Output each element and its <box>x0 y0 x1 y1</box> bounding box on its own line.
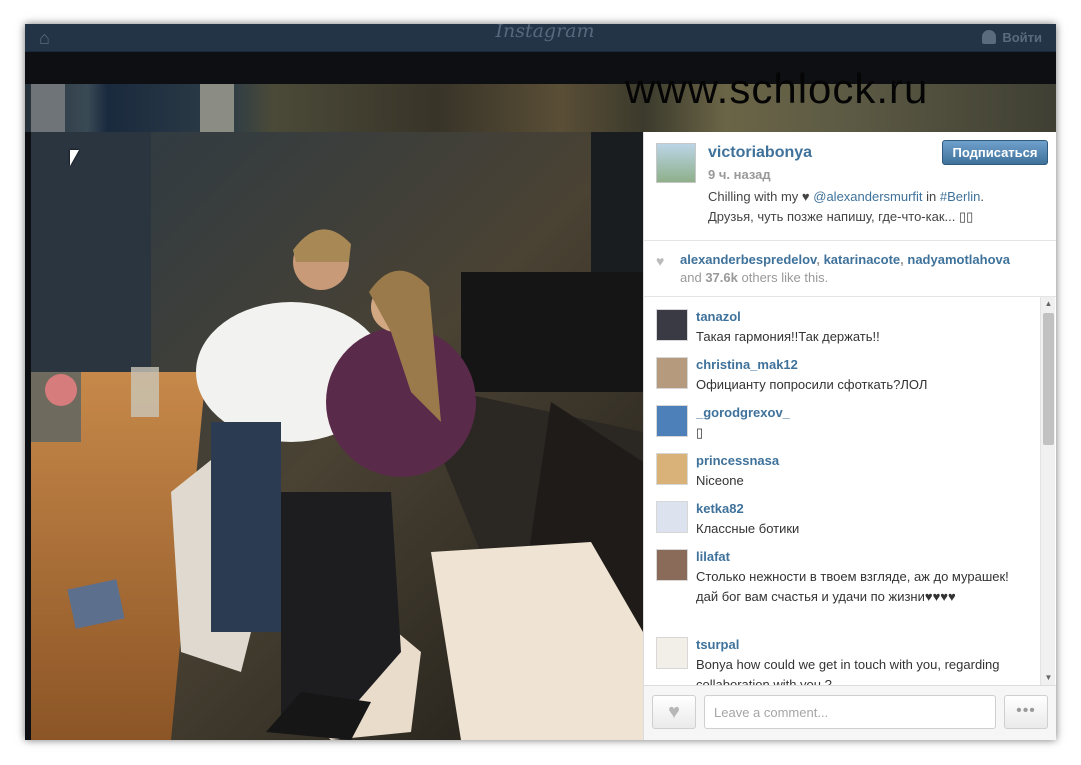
login-label: Войти <box>1002 30 1042 45</box>
mouse-cursor-icon <box>70 150 79 166</box>
caption-text: Друзья, чуть позже напишу, где-что-как..… <box>708 209 959 224</box>
like-user[interactable]: nadyamotlahova <box>907 252 1010 267</box>
comment-username[interactable]: princessnasa <box>696 453 779 468</box>
post-caption: Chilling with my ♥ @alexandersmurfit in … <box>708 187 1038 227</box>
caption-text: in <box>922 189 940 204</box>
comment-text: Классные ботики <box>696 521 800 536</box>
comment-text: Niceone <box>696 473 744 488</box>
follow-button[interactable]: Подписаться <box>942 140 1048 165</box>
comment-username[interactable]: tsurpal <box>696 637 739 652</box>
comment-username[interactable]: ketka82 <box>696 501 744 516</box>
avatar[interactable] <box>656 501 688 533</box>
post-username[interactable]: victoriabonya <box>708 144 812 162</box>
avatar[interactable] <box>656 143 696 183</box>
comment-text: Столько нежности в твоем взгляде, аж до … <box>696 569 1009 604</box>
more-options-button[interactable]: ••• <box>1004 695 1048 729</box>
post-photo[interactable] <box>31 132 643 740</box>
likes-count[interactable]: 37.6k <box>705 270 738 285</box>
like-user[interactable]: katarinacote <box>824 252 901 267</box>
watermark: www.schlock.ru <box>625 65 929 112</box>
home-icon[interactable]: ⌂ <box>39 29 65 47</box>
comment-username[interactable]: tanazol <box>696 309 741 324</box>
browser-viewport: ⌂ Instagram Войти www.schlock.ru victori… <box>25 24 1056 740</box>
comments-list: tanazol Такая гармония!!Так держать!! ch… <box>644 297 1056 685</box>
comment-text: Bonya how could we get in touch with you… <box>696 657 1000 685</box>
likes-count-line: and 37.6k others like this. <box>680 270 828 285</box>
comments-scrollbar[interactable]: ▲ ▼ <box>1040 297 1055 685</box>
background-thumbnail <box>200 84 234 132</box>
caption-hashtag[interactable]: #Berlin <box>940 189 980 204</box>
avatar[interactable] <box>656 309 688 341</box>
comment-username[interactable]: _gorodgrexov_ <box>696 405 790 420</box>
comment-username[interactable]: lilafat <box>696 549 730 564</box>
like-user[interactable]: alexanderbespredelov <box>680 252 816 267</box>
caption-mention[interactable]: @alexandersmurfit <box>813 189 922 204</box>
avatar[interactable] <box>656 637 688 669</box>
comment-text: Такая гармония!!Так держать!! <box>696 329 880 344</box>
like-button[interactable]: ♥ <box>652 695 696 729</box>
comment-username[interactable]: christina_mak12 <box>696 357 798 372</box>
caption-text: Chilling with my ♥ <box>708 189 814 204</box>
comment-text: Официанту попросили сфоткать?ЛОЛ <box>696 377 928 392</box>
scroll-up-arrow-icon[interactable]: ▲ <box>1041 297 1056 311</box>
post-header: victoriabonya 9 ч. назад Подписаться Chi… <box>644 132 1056 240</box>
background-thumbnail <box>31 84 65 132</box>
avatar[interactable] <box>656 405 688 437</box>
comment-footer: ♥ ••• <box>644 685 1056 740</box>
post-time: 9 ч. назад <box>708 167 771 182</box>
likes-users: alexanderbespredelov, katarinacote, nady… <box>680 252 1010 267</box>
avatar[interactable] <box>656 357 688 389</box>
comment-text: ▯ <box>696 425 704 440</box>
avatar[interactable] <box>656 549 688 581</box>
scroll-thumb[interactable] <box>1043 313 1054 445</box>
post-side-panel: victoriabonya 9 ч. назад Подписаться Chi… <box>643 132 1056 740</box>
photo-illustration <box>31 132 643 740</box>
user-icon <box>982 30 997 44</box>
likes-and: and <box>680 270 702 285</box>
scroll-down-arrow-icon[interactable]: ▼ <box>1041 671 1056 685</box>
comment-input[interactable] <box>704 695 996 729</box>
instagram-logo[interactable]: Instagram <box>495 24 595 44</box>
avatar[interactable] <box>656 453 688 485</box>
caption-text: . <box>980 189 984 204</box>
caption-emoji: ▯▯ <box>958 209 974 224</box>
heart-icon: ♥ <box>656 253 665 269</box>
login-link[interactable]: Войти <box>982 28 1042 48</box>
top-nav: ⌂ Instagram Войти <box>25 24 1056 52</box>
likes-suffix: others like this. <box>741 270 829 285</box>
likes-section: ♥ alexanderbespredelov, katarinacote, na… <box>644 240 1056 297</box>
